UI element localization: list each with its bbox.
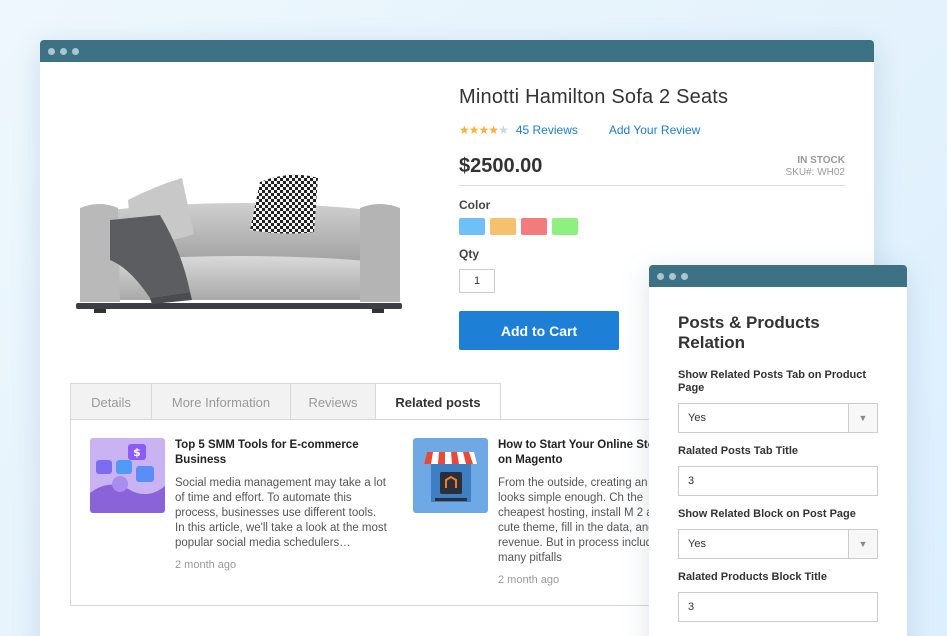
svg-text:$: $ xyxy=(133,446,141,459)
post-excerpt: Social media management may take a lot o… xyxy=(175,477,387,549)
config-body: Posts & Products Relation Show Related P… xyxy=(649,287,907,622)
field-label: Show Related Posts Tab on Product Page xyxy=(678,369,867,394)
related-products-block-title-input[interactable]: 3 xyxy=(678,592,878,622)
window-dot-icon xyxy=(48,47,55,55)
show-related-posts-tab-select[interactable]: Yes ▼ xyxy=(678,403,878,433)
stock-info: IN STOCK SKU#: WH02 xyxy=(786,155,845,178)
product-price: $2500.00 xyxy=(459,155,543,177)
show-related-block-select[interactable]: Yes ▼ xyxy=(678,529,878,559)
star-icon: ★ xyxy=(468,123,480,137)
star-icon: ★ xyxy=(459,123,470,137)
rating-stars: ★★★★★ xyxy=(459,123,509,137)
window-dot-icon xyxy=(60,47,67,55)
window-dot-icon xyxy=(681,272,688,280)
product-tabs: Details More Information Reviews Related… xyxy=(70,383,501,421)
window-dot-icon xyxy=(669,272,676,280)
sofa-icon xyxy=(76,174,402,313)
dropdown-arrow-icon[interactable]: ▼ xyxy=(848,530,877,558)
product-sku: SKU#: WH02 xyxy=(785,167,845,178)
storefront-icon xyxy=(413,438,488,513)
post-date: 2 month ago xyxy=(175,559,237,571)
dropdown-arrow-icon[interactable]: ▼ xyxy=(848,404,877,432)
tab-more-information[interactable]: More Information xyxy=(151,383,291,420)
star-icon: ★ xyxy=(478,123,490,137)
color-swatch[interactable] xyxy=(490,218,516,235)
config-window: Posts & Products Relation Show Related P… xyxy=(649,265,907,636)
rating-row: ★★★★★ 45 Reviews Add Your Review xyxy=(459,123,845,137)
star-icon: ★ xyxy=(488,123,499,137)
color-swatch[interactable] xyxy=(521,218,547,235)
product-image xyxy=(70,160,410,320)
window-dot-icon xyxy=(657,272,664,280)
color-swatch[interactable] xyxy=(552,218,578,235)
window-titlebar xyxy=(649,265,907,287)
tab-related-posts[interactable]: Related posts xyxy=(375,383,501,421)
stock-status: IN STOCK xyxy=(797,155,845,166)
post-card[interactable]: How to Start Your Online Store on Magent… xyxy=(413,438,678,586)
color-swatches xyxy=(459,218,845,235)
color-swatch[interactable] xyxy=(459,218,485,235)
color-label: Color xyxy=(459,198,491,212)
field-label: Show Related Block on Post Page xyxy=(678,508,856,520)
window-dot-icon xyxy=(72,47,79,55)
social-media-icon: $ xyxy=(90,438,165,513)
post-thumbnail[interactable] xyxy=(413,438,488,513)
add-review-link[interactable]: Add Your Review xyxy=(609,123,700,137)
tab-reviews[interactable]: Reviews xyxy=(290,383,376,420)
field-label: Ralated Posts Tab Title xyxy=(678,445,799,457)
add-to-cart-button[interactable]: Add to Cart xyxy=(459,311,619,350)
config-title: Posts & Products Relation xyxy=(678,313,820,352)
tab-details[interactable]: Details xyxy=(70,383,152,420)
select-value: Yes xyxy=(688,538,706,550)
post-card[interactable]: $ Top 5 SMM Tools for E-commerce Busines… xyxy=(90,438,387,571)
qty-input[interactable]: 1 xyxy=(459,269,495,293)
post-body: Top 5 SMM Tools for E-commerce Business … xyxy=(175,438,387,571)
field-label: Ralated Products Block Title xyxy=(678,571,827,583)
product-title: Minotti Hamilton Sofa 2 Seats xyxy=(459,86,729,108)
related-posts-panel: $ Top 5 SMM Tools for E-commerce Busines… xyxy=(70,419,676,606)
qty-label: Qty xyxy=(459,247,480,261)
select-value: Yes xyxy=(688,412,706,424)
post-title[interactable]: Top 5 SMM Tools for E-commerce Business xyxy=(175,438,387,468)
window-titlebar xyxy=(40,40,874,62)
reviews-link[interactable]: 45 Reviews xyxy=(516,123,578,137)
price-row: $2500.00 IN STOCK SKU#: WH02 xyxy=(459,155,845,186)
star-empty-icon: ★ xyxy=(498,123,509,137)
related-posts-tab-title-input[interactable]: 3 xyxy=(678,466,878,496)
post-thumbnail[interactable]: $ xyxy=(90,438,165,513)
